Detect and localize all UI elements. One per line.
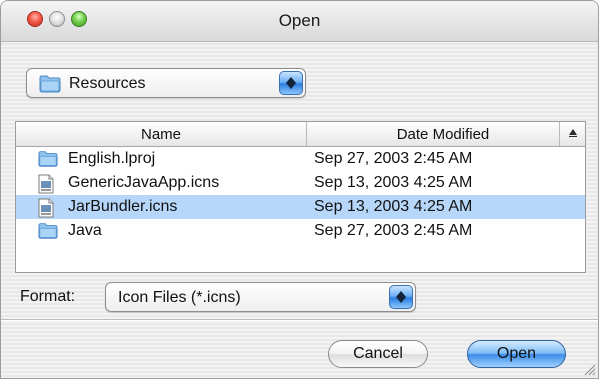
file-row-java[interactable]: Java Sep 27, 2003 2:45 AM bbox=[16, 219, 585, 243]
file-name: GenericJavaApp.icns bbox=[68, 174, 220, 191]
location-popup[interactable]: Resources bbox=[26, 68, 306, 98]
column-divider bbox=[306, 122, 307, 146]
location-popup-label: Resources bbox=[69, 75, 146, 92]
format-popup[interactable]: Icon Files (*.icns) bbox=[105, 282, 416, 312]
file-name: JarBundler.icns bbox=[68, 198, 178, 215]
file-date: Sep 13, 2003 4:25 AM bbox=[314, 198, 473, 215]
file-date: Sep 27, 2003 2:45 AM bbox=[314, 222, 473, 239]
open-dialog-window: Open Resources Name Date Modified Englis… bbox=[0, 0, 599, 379]
open-button[interactable]: Open bbox=[467, 340, 566, 368]
divider bbox=[1, 320, 598, 321]
sort-direction-icon[interactable] bbox=[569, 129, 577, 137]
folder-icon bbox=[38, 222, 60, 240]
folder-icon bbox=[38, 150, 60, 168]
file-name: English.lproj bbox=[68, 150, 156, 167]
column-header-date-modified[interactable]: Date Modified bbox=[308, 126, 578, 143]
column-header: Name Date Modified bbox=[16, 122, 585, 147]
file-row-genericjavaapp-icns[interactable]: GenericJavaApp.icns Sep 13, 2003 4:25 AM bbox=[16, 171, 585, 195]
window-title: Open bbox=[278, 11, 321, 30]
format-label: Format: bbox=[20, 288, 76, 305]
file-name: Java bbox=[68, 222, 102, 239]
cancel-button[interactable]: Cancel bbox=[328, 340, 428, 368]
title-bar[interactable]: Open bbox=[1, 1, 598, 42]
column-header-name[interactable]: Name bbox=[16, 126, 306, 143]
format-popup-label: Icon Files (*.icns) bbox=[118, 289, 241, 306]
popup-arrows-icon bbox=[389, 285, 413, 309]
folder-icon bbox=[39, 75, 61, 93]
file-date: Sep 13, 2003 4:25 AM bbox=[314, 174, 473, 191]
file-row-jarbundler-icns[interactable]: JarBundler.icns Sep 13, 2003 4:25 AM bbox=[16, 195, 585, 219]
file-date: Sep 27, 2003 2:45 AM bbox=[314, 150, 473, 167]
icns-file-icon bbox=[38, 174, 54, 194]
file-browser[interactable]: Name Date Modified English.lproj Sep 27,… bbox=[15, 121, 586, 273]
icns-file-icon bbox=[38, 198, 54, 218]
file-row-english-lproj[interactable]: English.lproj Sep 27, 2003 2:45 AM bbox=[16, 147, 585, 171]
resize-grip-icon[interactable] bbox=[582, 362, 596, 376]
column-divider bbox=[559, 122, 560, 146]
file-list: English.lproj Sep 27, 2003 2:45 AM Gener… bbox=[16, 147, 585, 243]
popup-arrows-icon bbox=[279, 71, 303, 95]
